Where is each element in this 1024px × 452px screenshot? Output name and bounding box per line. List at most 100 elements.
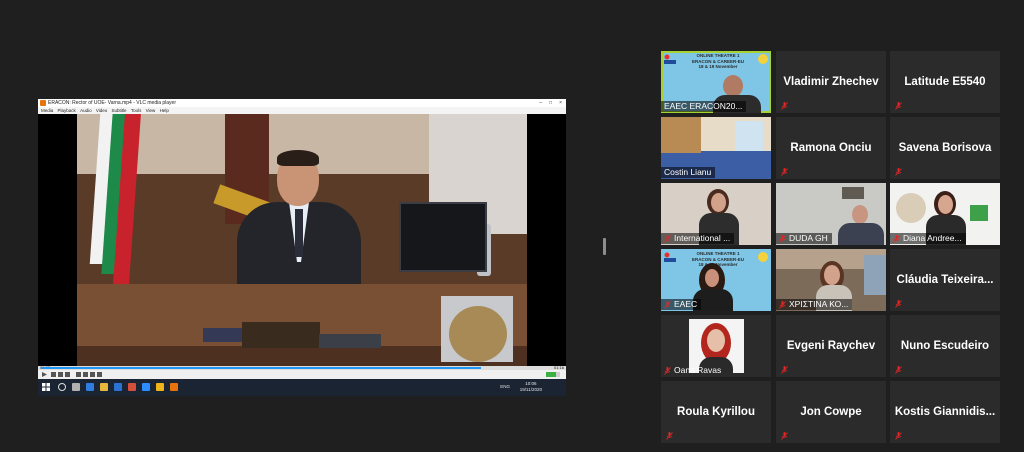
participant-name-label: Diana Andree... — [890, 233, 966, 244]
stop-icon[interactable] — [58, 372, 63, 377]
zoom-icon[interactable] — [142, 383, 150, 391]
participant-body — [838, 223, 884, 245]
muted-mic-icon — [666, 432, 673, 440]
participant-name: EAEC ERACON20... — [664, 101, 743, 111]
participant-tile[interactable]: ONLINE THEATRE 1 ERACON & CAREER-EU 18 &… — [661, 249, 771, 311]
muted-mic-icon — [895, 168, 902, 176]
menu-tools[interactable]: Tools — [131, 108, 142, 113]
vlc-taskbar-icon[interactable] — [170, 383, 178, 391]
participant-face — [705, 269, 719, 287]
maximize-icon[interactable]: □ — [549, 99, 552, 107]
muted-mic-icon — [781, 432, 788, 440]
participant-name: Cláudia Teixeira... — [896, 274, 994, 286]
taskbar-clock[interactable]: 10:06 19/11/2020 — [520, 381, 542, 393]
window — [735, 121, 763, 151]
windows-taskbar: ENG 10:06 19/11/2020 — [38, 379, 566, 396]
chrome-icon[interactable] — [156, 383, 164, 391]
muted-mic-icon — [664, 300, 671, 309]
eracon-logo-icon — [664, 252, 676, 262]
banner-line: 18 & 19 November — [698, 64, 738, 69]
participant-name-label: EAEC — [661, 299, 702, 310]
participant-tile[interactable]: Savena Borisova — [890, 117, 1000, 179]
prev-icon[interactable] — [51, 372, 56, 377]
menu-audio[interactable]: Audio — [80, 108, 92, 113]
menu-media[interactable]: Media — [41, 108, 53, 113]
participant-name: Nuno Escudeiro — [900, 340, 990, 352]
participant-tile[interactable]: Vladimir Zhechev — [776, 51, 886, 113]
participant-name: Vladimir Zhechev — [783, 76, 879, 88]
muted-mic-icon — [895, 300, 902, 308]
muted-mic-icon — [781, 168, 788, 176]
participant-tile[interactable]: Nuno Escudeiro — [890, 315, 1000, 377]
windows-start-icon[interactable] — [42, 383, 50, 391]
menu-playback[interactable]: Playback — [58, 108, 76, 113]
participant-tile[interactable]: Ramona Onciu — [776, 117, 886, 179]
wall-picture — [970, 205, 988, 221]
participant-tile[interactable]: DUDA GH — [776, 183, 886, 245]
menu-view[interactable]: View — [146, 108, 156, 113]
career-eu-logo-icon — [758, 252, 768, 262]
shuffle-icon[interactable] — [97, 372, 102, 377]
video-frame — [77, 114, 527, 366]
participant-face — [852, 205, 868, 224]
muted-mic-icon — [895, 366, 902, 374]
participant-tile[interactable]: International ... — [661, 183, 771, 245]
playlist-icon[interactable] — [83, 372, 88, 377]
clock-time: 10:06 — [525, 381, 537, 386]
play-icon[interactable] — [42, 372, 47, 377]
eracon-logo-icon — [664, 54, 676, 64]
participant-name-label: EAEC ERACON20... — [661, 101, 747, 112]
powerpoint-icon[interactable] — [128, 383, 136, 391]
participant-name: International ... — [674, 233, 731, 243]
participant-tile[interactable]: ΧΡΙΣΤΙΝΑ ΚΟ... — [776, 249, 886, 311]
volume-slider[interactable] — [546, 372, 560, 377]
loop-icon[interactable] — [90, 372, 95, 377]
shared-screen: ERACON: Rector of UOE- Varnа.mp4 - VLC m… — [38, 99, 566, 396]
fullscreen-icon[interactable] — [76, 372, 81, 377]
store-icon[interactable] — [114, 383, 122, 391]
search-icon[interactable] — [58, 383, 66, 391]
participant-tile[interactable]: Evgeni Raychev — [776, 315, 886, 377]
muted-mic-icon — [895, 432, 902, 440]
desk-book — [319, 334, 381, 348]
desk-book — [203, 328, 243, 342]
participant-tile[interactable]: Oana Ravas — [661, 315, 771, 377]
participant-name: ΧΡΙΣΤΙΝΑ ΚΟ... — [789, 299, 849, 309]
participant-tile[interactable]: Diana Andree... — [890, 183, 1000, 245]
file-explorer-icon[interactable] — [100, 383, 108, 391]
vlc-window-title: ERACON: Rector of UOE- Varnа.mp4 - VLC m… — [48, 100, 177, 106]
language-indicator[interactable]: ENG — [500, 384, 510, 389]
minimize-icon[interactable]: – — [539, 99, 542, 107]
task-view-icon[interactable] — [72, 383, 80, 391]
participant-face — [723, 75, 743, 97]
participant-tile[interactable]: Roula Kyrillou — [661, 381, 771, 443]
participant-tile[interactable]: ONLINE THEATRE 1 ERACON & CAREER-EU 18 &… — [661, 51, 771, 113]
participant-tile[interactable]: Costin Lianu — [661, 117, 771, 179]
vlc-controls — [38, 370, 566, 379]
gallery-scroll-handle[interactable] — [603, 238, 606, 255]
participant-name: Savena Borisova — [898, 142, 992, 154]
muted-mic-icon — [893, 234, 900, 243]
close-icon[interactable]: × — [559, 99, 562, 107]
participant-face — [824, 265, 840, 285]
muted-mic-icon — [779, 234, 786, 243]
participant-tile[interactable]: Kostis Giannidis... — [890, 381, 1000, 443]
participant-face — [707, 329, 725, 352]
menu-help[interactable]: Help — [160, 108, 169, 113]
menu-subtitle[interactable]: Subtitle — [112, 108, 127, 113]
muted-mic-icon — [781, 102, 788, 110]
next-icon[interactable] — [65, 372, 70, 377]
menu-video[interactable]: Video — [96, 108, 107, 113]
wall-decoration — [896, 193, 926, 223]
participant-tile[interactable]: Latitude E5540 — [890, 51, 1000, 113]
participant-tile[interactable]: Cláudia Teixeira... — [890, 249, 1000, 311]
participant-name: Jon Cowpe — [800, 406, 862, 418]
clock-date: 19/11/2020 — [519, 387, 542, 392]
desk-book — [242, 322, 320, 348]
participant-name-label: International ... — [661, 233, 735, 244]
participant-name: Kostis Giannidis... — [894, 406, 996, 418]
edge-icon[interactable] — [86, 383, 94, 391]
participant-name: Latitude E5540 — [904, 76, 986, 88]
participant-tile[interactable]: Jon Cowpe — [776, 381, 886, 443]
participant-name: Roula Kyrillou — [677, 406, 755, 418]
